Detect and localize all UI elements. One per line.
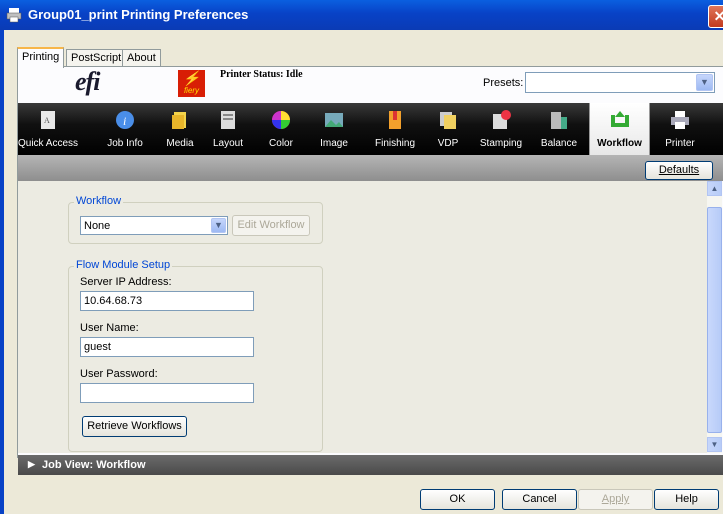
tool-color[interactable]: Color [261,103,301,155]
tool-layout[interactable]: Layout [208,103,248,155]
tool-label: Printer [665,138,695,149]
window-frame-left [0,30,4,514]
edit-workflow-button[interactable]: Edit Workflow [232,215,310,236]
server-ip-label: Server IP Address: [80,276,172,288]
tool-label: Layout [212,138,244,149]
lightning-icon: ⚡ [182,70,201,86]
chevron-down-icon[interactable]: ▼ [211,218,226,233]
chevron-down-icon[interactable]: ▼ [696,74,713,91]
layout-icon [221,111,235,129]
apply-label: Apply [601,493,630,505]
printer-app-icon [6,8,22,23]
tool-vdp[interactable]: VDP [428,103,468,155]
stamping-icon [493,110,511,129]
workflow-icon [610,111,629,127]
printer-icon [671,111,689,129]
flow-module-legend: Flow Module Setup [74,259,173,271]
tool-label: Stamping [479,138,523,149]
user-password-label: User Password: [80,368,158,380]
defaults-button[interactable]: Defaults [645,161,713,180]
title-bar: Group01_print Printing Preferences ✕ [0,0,723,30]
efi-logo: efi [75,67,100,96]
job-view-bar[interactable]: ▶ Job View: Workflow [18,455,723,475]
tool-label: Balance [540,138,578,149]
tool-balance[interactable]: Balance [535,103,583,155]
workflow-legend: Workflow [74,195,124,207]
close-button[interactable]: ✕ [708,5,723,28]
tool-label: Quick Access [18,138,79,149]
tool-label: Finishing [374,138,416,149]
fiery-logo-text: fiery [183,86,200,95]
vertical-scrollbar[interactable]: ▲ ▼ [707,181,722,453]
category-toolbar: A Quick Access i Job Info Media Layout C… [18,103,723,155]
tool-workflow[interactable]: Workflow [589,103,650,155]
vdp-icon [440,112,456,129]
tool-printer[interactable]: Printer [655,103,705,155]
retrieve-workflows-button[interactable]: Retrieve Workflows [82,416,187,437]
server-ip-field[interactable]: 10.64.68.73 [80,291,254,311]
section-header-bar [18,155,723,181]
expand-triangle-icon: ▶ [28,459,35,469]
tool-label: VDP [437,138,459,149]
chevron-down-icon: ▼ [710,440,719,449]
tool-image[interactable]: Image [314,103,354,155]
finishing-icon [389,111,401,129]
scroll-up-button[interactable]: ▲ [707,181,722,196]
tool-quick-access[interactable]: A Quick Access [18,103,78,155]
job-view-label: Job View: Workflow [42,459,146,471]
defaults-label: Defaults [658,164,700,176]
user-name-label: User Name: [80,322,139,334]
tool-stamping[interactable]: Stamping [476,103,526,155]
chevron-up-icon: ▲ [710,184,719,193]
tool-label: Job Info [107,138,143,149]
tool-media[interactable]: Media [160,103,200,155]
tool-job-info[interactable]: i Job Info [103,103,147,155]
tool-finishing[interactable]: Finishing [370,103,420,155]
image-icon [325,113,343,127]
scroll-down-button[interactable]: ▼ [707,437,722,452]
user-password-field[interactable] [80,383,254,403]
svg-text:i: i [123,114,126,128]
tool-label: Media [166,138,194,149]
balance-icon [551,112,567,129]
cancel-button[interactable]: Cancel [502,489,577,510]
workflow-selected: None [84,220,111,232]
media-icon [172,112,186,129]
presets-label: Presets: [483,77,524,89]
tab-printing[interactable]: Printing [17,47,65,68]
info-icon: i [116,111,134,129]
scroll-thumb[interactable] [707,207,722,433]
help-button[interactable]: Help [654,489,719,510]
svg-text:A: A [44,116,50,125]
quick-access-icon: A [41,111,55,129]
tool-label: Workflow [597,138,642,149]
ok-button[interactable]: OK [420,489,495,510]
printer-status: Printer Status: Idle [220,69,303,80]
apply-button[interactable]: Apply [578,489,653,510]
tab-about[interactable]: About [122,49,161,66]
tool-label: Image [320,138,348,149]
user-name-field[interactable]: guest [80,337,254,357]
tab-postscript[interactable]: PostScript [66,49,127,66]
color-wheel-icon [272,111,290,129]
fiery-logo: ⚡ fiery [178,70,205,97]
tool-label: Color [269,138,293,149]
workflow-dropdown[interactable]: None ▼ [80,216,228,235]
presets-dropdown[interactable]: ▼ [525,72,715,93]
window-title: Group01_print Printing Preferences [28,7,249,22]
